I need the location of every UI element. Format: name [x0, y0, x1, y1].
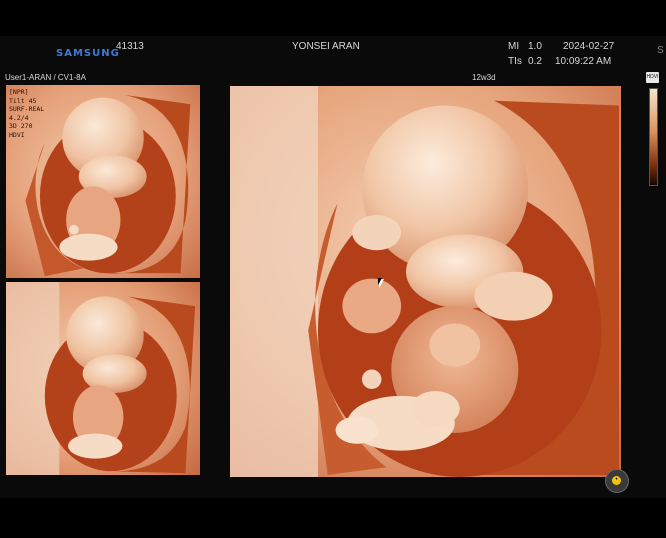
- status-dot-icon: •: [612, 476, 621, 485]
- gestational-age: 12w3d: [472, 73, 496, 82]
- render-panel-top-left[interactable]: [NPR] Tilt 45 SURF-REAL 4.2/4 3D 270 HDV…: [6, 85, 200, 278]
- edge-label: S: [657, 45, 664, 56]
- fetus-render-bottom-left: [6, 282, 200, 475]
- exam-date: 2024-02-27: [563, 41, 615, 52]
- mouse-cursor-icon: [378, 278, 384, 288]
- mi-value: 1.0: [528, 41, 542, 52]
- institution-name: YONSEI ARAN: [292, 41, 360, 52]
- mi-label: MI: [508, 41, 520, 52]
- trackball-control-icon[interactable]: •: [605, 469, 629, 493]
- ultrasound-screen: SAMSUNG 41313 YONSEI ARAN MI 1.0 TIs 0.2…: [0, 36, 666, 498]
- exam-time: 10:09:22 AM: [555, 56, 612, 67]
- brand-logo: SAMSUNG: [56, 48, 120, 59]
- gray-map-colorbar: [649, 88, 658, 186]
- patient-id: 41313: [116, 41, 144, 52]
- render-panel-main[interactable]: [230, 86, 621, 477]
- user-probe-label: User1-ARAN / CV1-8A: [5, 73, 86, 82]
- render-settings-overlay: [NPR] Tilt 45 SURF-REAL 4.2/4 3D 270 HDV…: [9, 88, 45, 139]
- render-panel-bottom-left[interactable]: [6, 282, 200, 475]
- tis-value: 0.2: [528, 56, 542, 67]
- tis-label: TIs: [508, 56, 522, 67]
- colorbar-badge: HDVI: [646, 72, 659, 83]
- fetus-render-main: [230, 86, 621, 477]
